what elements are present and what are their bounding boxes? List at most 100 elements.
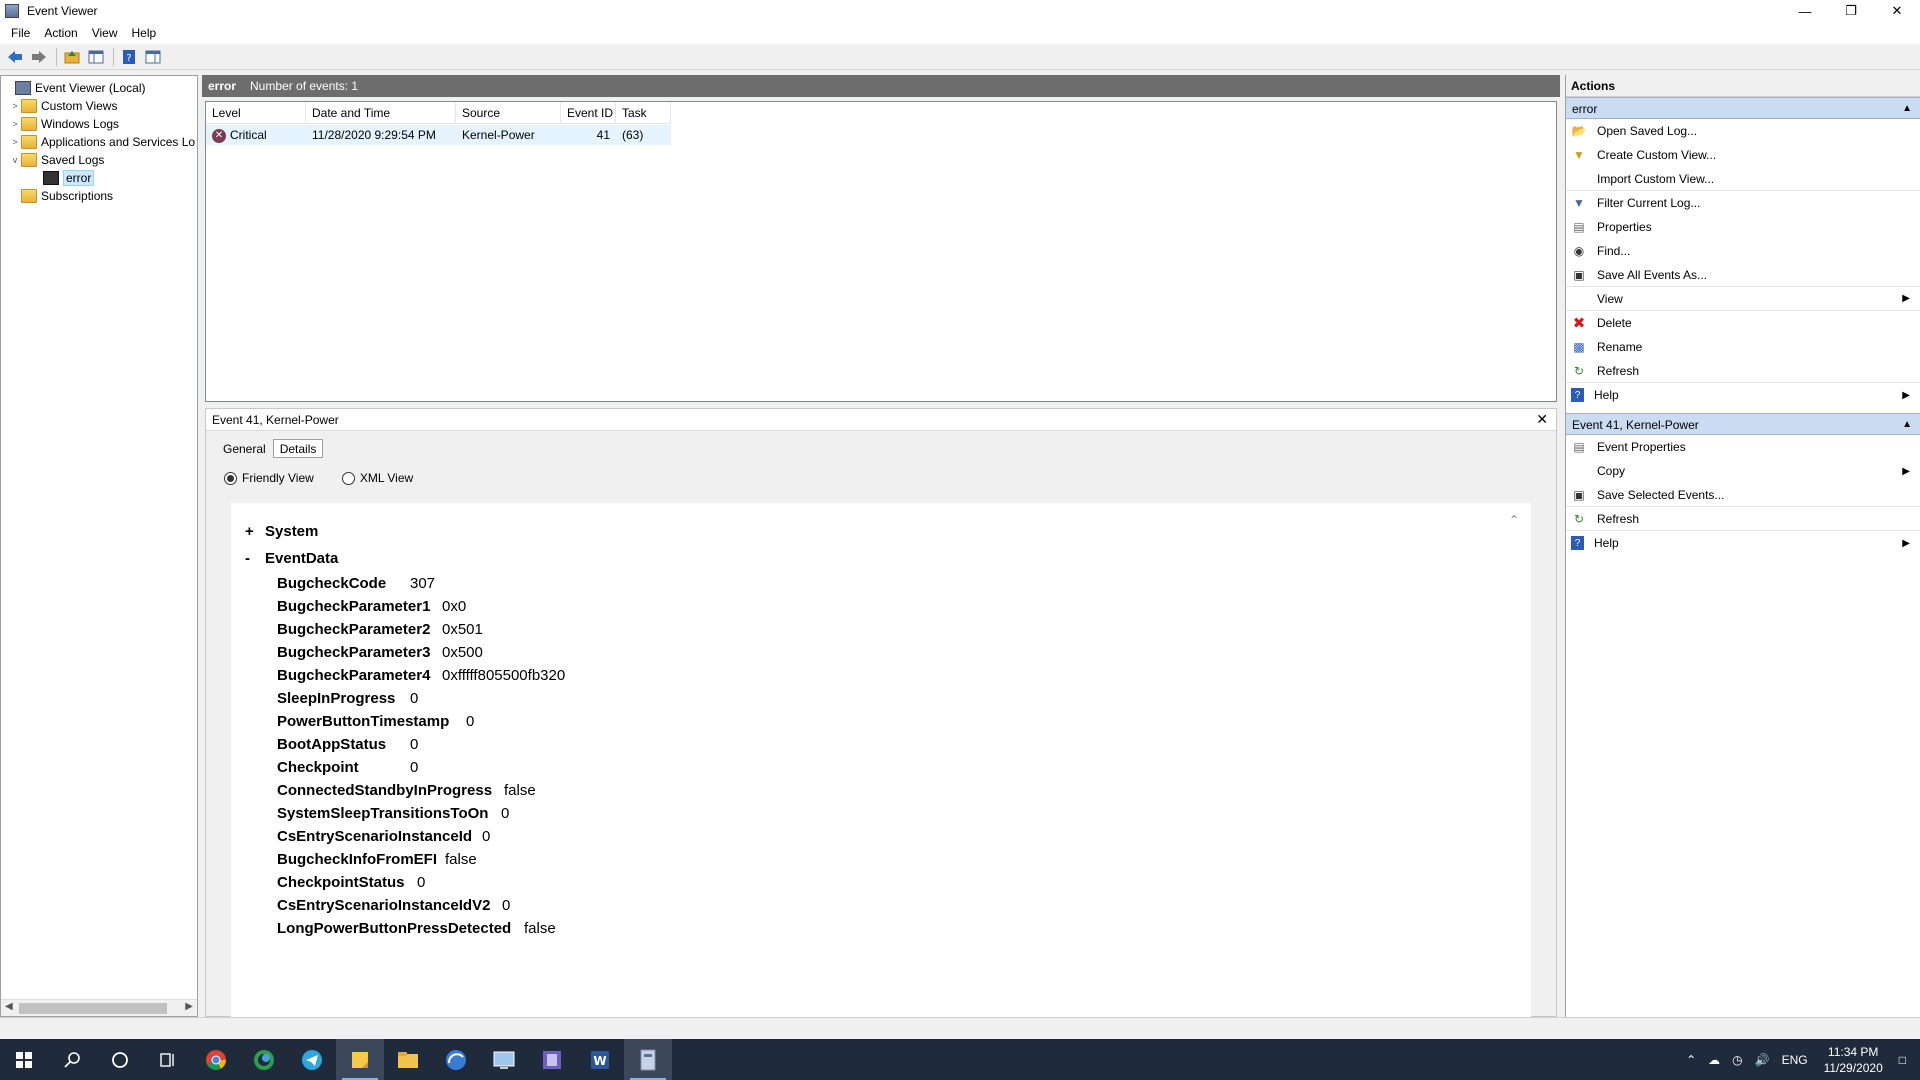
action-help[interactable]: ? Help ▶ <box>1566 383 1920 407</box>
language-indicator[interactable]: ENG <box>1782 1053 1808 1067</box>
expand-chevron-icon[interactable]: > <box>9 119 21 129</box>
scroll-up-icon[interactable]: ⌃ <box>1509 513 1519 527</box>
friendly-view-radio[interactable]: Friendly View <box>224 471 314 485</box>
actions-section-error[interactable]: error ▲ <box>1566 97 1920 119</box>
file-explorer-icon[interactable] <box>384 1039 432 1080</box>
chrome-icon[interactable] <box>192 1039 240 1080</box>
expand-chevron-icon[interactable]: > <box>9 137 21 147</box>
cortana-icon[interactable] <box>96 1039 144 1080</box>
expand-sign[interactable]: + <box>245 523 265 540</box>
action-create-custom-view[interactable]: ▼ Create Custom View... <box>1566 143 1920 167</box>
collapse-section-icon[interactable]: ▲ <box>1902 414 1912 436</box>
menu-help[interactable]: Help <box>125 26 164 40</box>
restore-button[interactable]: ❐ <box>1828 0 1874 22</box>
column-level[interactable]: Level <box>206 102 306 124</box>
help-icon[interactable]: ? <box>118 46 140 68</box>
clock[interactable]: 11:34 PM 11/29/2020 <box>1824 1044 1883 1076</box>
action-rename[interactable]: ▩ Rename <box>1566 335 1920 359</box>
notifications-icon[interactable]: □ <box>1899 1053 1906 1067</box>
tree-item-error[interactable]: error <box>31 169 95 187</box>
radio-selected-icon[interactable] <box>224 471 237 485</box>
help-icon: ? <box>1571 536 1584 550</box>
column-date-time[interactable]: Date and Time <box>306 102 456 124</box>
action-open-saved-log[interactable]: 📂 Open Saved Log... <box>1566 119 1920 143</box>
forward-arrow-icon[interactable] <box>28 46 50 68</box>
action-save-selected-events[interactable]: ▣ Save Selected Events... <box>1566 483 1920 507</box>
action-copy[interactable]: Copy ▶ <box>1566 459 1920 483</box>
tree-item-event-viewer-local[interactable]: Event Viewer (Local) <box>3 79 146 97</box>
action-delete[interactable]: ✖ Delete <box>1566 311 1920 335</box>
edge-icon[interactable] <box>240 1039 288 1080</box>
column-task-category[interactable]: Task Ca... <box>616 102 671 142</box>
column-source[interactable]: Source <box>456 102 561 124</box>
show-hide-console-tree-icon[interactable] <box>85 46 107 68</box>
menu-file[interactable]: File <box>4 26 37 40</box>
task-view-icon[interactable] <box>144 1039 192 1080</box>
collapse-chevron-icon[interactable]: v <box>9 155 21 165</box>
minimize-button[interactable]: — <box>1782 0 1828 22</box>
show-hidden-icons-icon[interactable]: ⌃ <box>1686 1053 1696 1067</box>
properties-icon: ▤ <box>1573 220 1585 234</box>
tab-details[interactable]: Details <box>272 439 324 458</box>
field-row: CsEntryScenarioInstanceIdV2 0 <box>277 897 511 914</box>
search-icon[interactable] <box>48 1039 96 1080</box>
action-import-custom-view[interactable]: Import Custom View... <box>1566 167 1920 191</box>
remote-desktop-icon[interactable] <box>480 1039 528 1080</box>
telegram-icon[interactable] <box>288 1039 336 1080</box>
scroll-right-icon[interactable]: ▶ <box>185 1001 193 1012</box>
actions-title: Actions <box>1566 75 1920 97</box>
column-event-id[interactable]: Event ID <box>561 102 616 124</box>
tree-item-windows-logs[interactable]: > Windows Logs <box>9 115 119 133</box>
collapse-sign[interactable]: - <box>245 550 265 567</box>
field-row: LongPowerButtonPressDetected false <box>277 920 556 937</box>
browser-app-icon[interactable] <box>432 1039 480 1080</box>
actions-pane: Actions error ▲ 📂 Open Saved Log... ▼ Crea… <box>1565 75 1920 1017</box>
action-refresh[interactable]: ↻ Refresh <box>1566 359 1920 383</box>
tree-item-custom-views[interactable]: > Custom Views <box>9 97 117 115</box>
onedrive-icon[interactable]: ☁ <box>1708 1053 1720 1067</box>
system-node[interactable]: + System <box>245 523 318 540</box>
action-properties[interactable]: ▤ Properties <box>1566 215 1920 239</box>
radio-unselected-icon[interactable] <box>341 471 355 485</box>
close-detail-icon[interactable]: ✕ <box>1536 411 1548 428</box>
clock-date: 11/29/2020 <box>1823 1060 1883 1075</box>
start-windows-icon[interactable] <box>0 1039 48 1080</box>
field-row: SystemSleepTransitionsToOn 0 <box>277 805 510 822</box>
table-row[interactable]: ✕ Critical 11/28/2020 9:29:54 PM Kernel-P… <box>206 125 671 145</box>
network-wifi-icon[interactable]: ◷ <box>1732 1053 1742 1067</box>
scroll-left-icon[interactable]: ◀ <box>5 1001 13 1012</box>
action-view[interactable]: View ▶ <box>1566 287 1920 311</box>
tree-item-saved-logs[interactable]: v Saved Logs <box>9 151 104 169</box>
menu-action[interactable]: Action <box>37 26 84 40</box>
action-filter-current-log[interactable]: ▼ Filter Current Log... <box>1566 191 1920 215</box>
scrollbar-thumb[interactable] <box>19 1003 167 1014</box>
collapse-section-icon[interactable]: ▲ <box>1902 98 1912 120</box>
event-viewer-taskbar-icon[interactable] <box>624 1039 672 1080</box>
tree-item-applications-and-services-logs[interactable]: > Applications and Services Lo <box>9 133 195 151</box>
action-event-properties[interactable]: ▤ Event Properties <box>1566 435 1920 459</box>
word-icon[interactable]: W <box>576 1039 624 1080</box>
tab-general[interactable]: General <box>216 439 273 458</box>
action-refresh-event[interactable]: ↻ Refresh <box>1566 507 1920 531</box>
action-find[interactable]: ◉ Find... <box>1566 239 1920 263</box>
sticky-notes-icon[interactable] <box>336 1039 384 1080</box>
close-button[interactable]: ✕ <box>1874 0 1920 22</box>
back-arrow-icon[interactable] <box>4 46 26 68</box>
action-help-event[interactable]: ? Help ▶ <box>1566 531 1920 555</box>
expand-chevron-icon[interactable]: > <box>9 101 21 111</box>
tree-horizontal-scrollbar[interactable]: ◀ ▶ <box>1 999 197 1016</box>
action-save-all-events-as[interactable]: ▣ Save All Events As... <box>1566 263 1920 287</box>
tree-item-subscriptions[interactable]: Subscriptions <box>9 187 113 205</box>
filter-icon: ▼ <box>1573 148 1585 162</box>
folder-icon <box>21 99 37 113</box>
visual-studio-icon[interactable] <box>528 1039 576 1080</box>
menu-view[interactable]: View <box>85 26 125 40</box>
cell-level: Critical <box>230 128 267 142</box>
up-folder-icon[interactable] <box>61 46 83 68</box>
xml-view-radio[interactable]: XML View <box>341 471 413 485</box>
eventdata-node[interactable]: - EventData <box>245 550 338 567</box>
show-hide-action-pane-icon[interactable] <box>142 46 164 68</box>
field-row: BugcheckParameter1 0x0 <box>277 598 467 615</box>
volume-icon[interactable]: 🔊 <box>1755 1053 1770 1067</box>
actions-section-event[interactable]: Event 41, Kernel-Power ▲ <box>1566 413 1920 435</box>
